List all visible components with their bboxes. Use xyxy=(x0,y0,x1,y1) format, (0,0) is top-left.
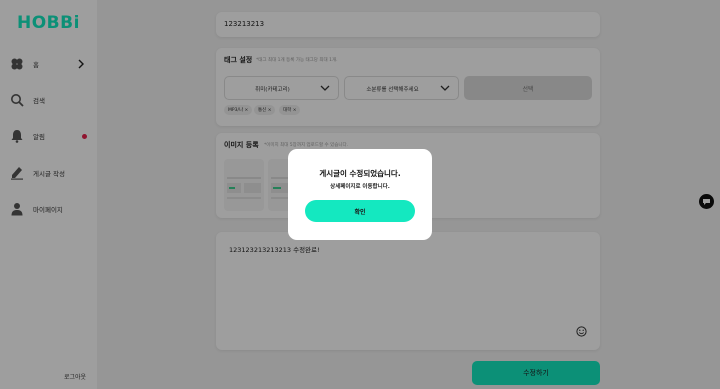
confirm-button-label: 확인 xyxy=(354,209,366,216)
edit-success-modal: 게시글이 수정되었습니다. 상세페이지로 이동합니다. 확인 xyxy=(288,149,432,240)
confirm-button[interactable]: 확인 xyxy=(305,200,415,222)
modal-title: 게시글이 수정되었습니다. xyxy=(319,169,401,178)
modal-subtitle: 상세페이지로 이동합니다. xyxy=(330,184,390,190)
